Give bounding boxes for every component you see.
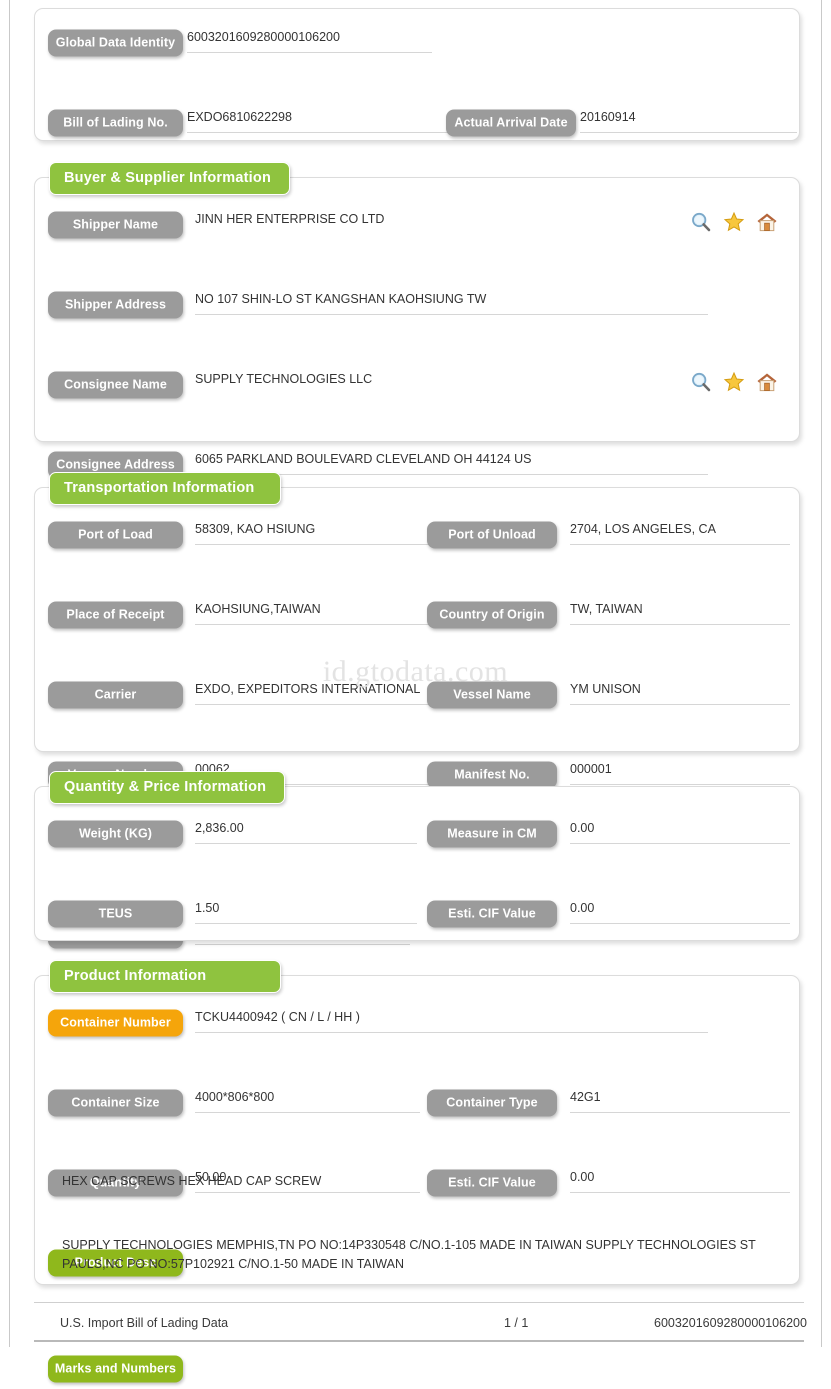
search-icon[interactable] <box>690 371 712 393</box>
label-place-of-receipt: Place of Receipt <box>48 601 183 629</box>
value-actual-arrival-date: 20160914 <box>580 103 797 133</box>
label-container-type: Container Type <box>427 1089 557 1117</box>
label-country-of-origin: Country of Origin <box>427 601 557 629</box>
label-consignee-name: Consignee Name <box>48 371 183 399</box>
value-manifest-no: 000001 <box>570 755 790 785</box>
label-manifest-no: Manifest No. <box>427 761 557 789</box>
value-consignee-name: SUPPLY TECHNOLOGIES LLC <box>195 372 373 386</box>
value-marks-and-numbers: SUPPLY TECHNOLOGIES MEMPHIS,TN PO NO:14P… <box>62 1238 756 1271</box>
quantity-price-card: Quantity & Price Information Weight (KG)… <box>34 771 800 1008</box>
value-container-size: 4000*806*800 <box>195 1083 420 1113</box>
value-measure-in-cm: 0.00 <box>570 814 790 844</box>
value-country-of-origin: TW, TAIWAN <box>570 595 790 625</box>
value-shipper-address: NO 107 SHIN-LO ST KANGSHAN KAOHSIUNG TW <box>195 285 708 315</box>
buyer-supplier-card: Buyer & Supplier Information Shipper Nam… <box>34 162 800 639</box>
value-place-of-receipt: KAOHSIUNG,TAIWAN <box>195 595 435 625</box>
value-container-number: TCKU4400942 ( CN / L / HH ) <box>195 1003 708 1033</box>
label-bill-of-lading-no: Bill of Lading No. <box>48 109 183 137</box>
value-consignee-address: 6065 PARKLAND BOULEVARD CLEVELAND OH 441… <box>195 445 708 475</box>
label-container-number: Container Number <box>48 1009 183 1037</box>
star-icon[interactable] <box>723 211 745 233</box>
identity-card: Global Data Identity 6003201609280000106… <box>34 8 800 216</box>
value-esti-cif-value: 0.00 <box>570 894 790 924</box>
label-teus: TEUS <box>48 900 183 928</box>
value-port-of-unload: 2704, LOS ANGELES, CA <box>570 515 790 545</box>
label-shipper-name: Shipper Name <box>48 211 183 239</box>
value-shipper-name: JINN HER ENTERPRISE CO LTD <box>195 212 385 226</box>
section-header-product: Product Information <box>49 960 281 993</box>
page-border-right <box>821 0 822 1347</box>
home-icon[interactable] <box>756 211 778 233</box>
label-vessel-name: Vessel Name <box>427 681 557 709</box>
label-global-data-identity: Global Data Identity <box>48 29 183 57</box>
value-global-data-identity: 6003201609280000106200 <box>187 23 432 53</box>
value-port-of-load: 58309, KAO HSIUNG <box>195 515 435 545</box>
section-header-transportation: Transportation Information <box>49 472 281 505</box>
label-measure-in-cm: Measure in CM <box>427 820 557 848</box>
label-carrier: Carrier <box>48 681 183 709</box>
label-actual-arrival-date: Actual Arrival Date <box>446 109 576 137</box>
value-bill-of-lading-no: EXDO6810622298 <box>187 103 457 133</box>
value-vessel-name: YM UNISON <box>570 675 790 705</box>
home-icon[interactable] <box>756 371 778 393</box>
product-card: Product Information Container Number TCK… <box>34 960 800 1383</box>
footer-page-number: 1 / 1 <box>504 1316 529 1330</box>
value-product-desc: HEX CAP SCREWS HEX HEAD CAP SCREW <box>62 1174 322 1188</box>
shipper-action-icons <box>690 211 778 233</box>
label-shipper-address: Shipper Address <box>48 291 183 319</box>
section-header-quantity-price: Quantity & Price Information <box>49 771 286 804</box>
value-teus: 1.50 <box>195 894 417 924</box>
footer-identity: 6003201609280000106200 <box>654 1316 807 1330</box>
document-sheet: id.gtodata.com Global Data Identity 6003… <box>10 0 821 1383</box>
label-port-of-load: Port of Load <box>48 521 183 549</box>
label-esti-cif-value: Esti. CIF Value <box>427 900 557 928</box>
section-header-buyer-supplier: Buyer & Supplier Information <box>49 162 291 195</box>
consignee-action-icons <box>690 371 778 393</box>
label-weight-kg: Weight (KG) <box>48 820 183 848</box>
search-icon[interactable] <box>690 211 712 233</box>
value-carrier: EXDO, EXPEDITORS INTERNATIONAL <box>195 675 435 705</box>
value-container-type: 42G1 <box>570 1083 790 1113</box>
label-container-size: Container Size <box>48 1089 183 1117</box>
label-marks-and-numbers: Marks and Numbers <box>48 1355 183 1383</box>
page-footer: U.S. Import Bill of Lading Data 1 / 1 60… <box>34 1302 807 1342</box>
label-port-of-unload: Port of Unload <box>427 521 557 549</box>
value-weight-kg: 2,836.00 <box>195 814 417 844</box>
star-icon[interactable] <box>723 371 745 393</box>
footer-title: U.S. Import Bill of Lading Data <box>60 1316 229 1330</box>
transportation-card: Transportation Information Port of Load … <box>34 472 800 949</box>
